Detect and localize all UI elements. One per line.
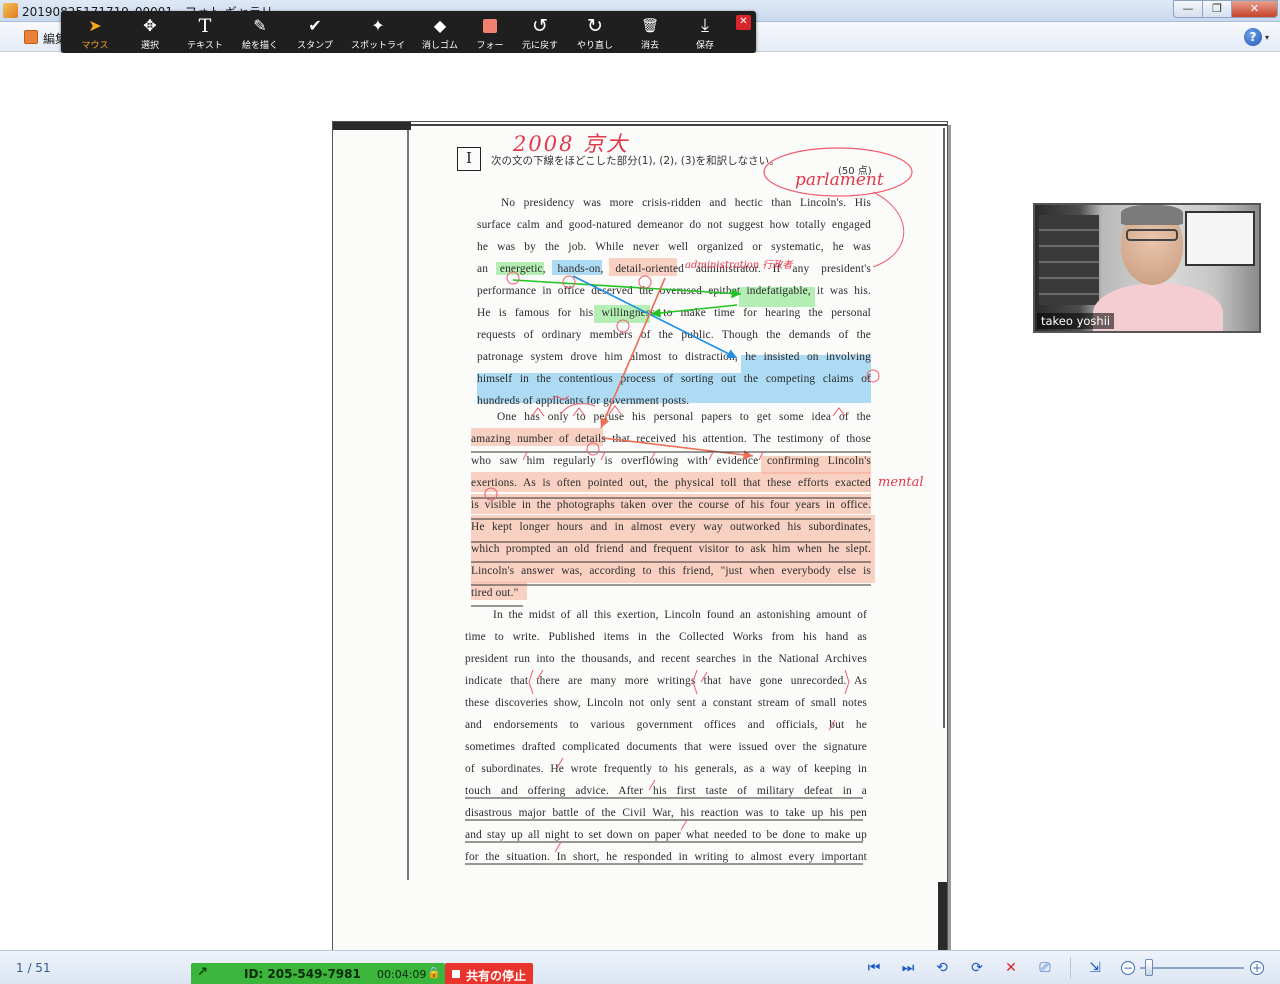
close-annotation-toolbar-icon[interactable]: ✕ <box>736 15 751 30</box>
rotate-right-button[interactable]: ⟳ <box>967 959 987 977</box>
zoom-in-button[interactable]: + <box>1250 961 1264 975</box>
tool-spotlight[interactable]: ✦ スポットライ <box>351 11 405 53</box>
photo-gallery-app-icon <box>3 3 18 18</box>
tool-label: スポットライ <box>351 41 406 51</box>
redo-icon: ↻ <box>587 15 603 37</box>
zoom-slider-thumb[interactable] <box>1145 959 1153 976</box>
ink-arrow-salmon <box>600 277 666 429</box>
ink-underlines-p2 <box>471 451 871 607</box>
tool-mouse[interactable]: ➤ マウス <box>68 11 122 53</box>
ink-ticks <box>536 669 836 853</box>
tool-label: 消去 <box>640 41 659 51</box>
trash-icon: 🗑 <box>641 18 659 34</box>
ink-circle <box>586 442 600 456</box>
eraser-icon: ◆ <box>433 16 447 35</box>
ink-ellipse <box>763 147 913 197</box>
tool-undo[interactable]: ↺ 元に戻す <box>513 11 567 53</box>
rotate-left-button[interactable]: ⟲ <box>932 959 952 977</box>
page-counter: 1 / 51 <box>16 961 51 975</box>
webcam-background <box>1039 215 1099 305</box>
undo-icon: ↺ <box>532 15 548 37</box>
tool-label: 消しゴム <box>421 41 458 51</box>
format-color-swatch <box>483 19 497 33</box>
tool-redo[interactable]: ↻ やり直し <box>568 11 622 53</box>
spotlight-wand-icon: ✦ <box>371 16 385 35</box>
stop-share-button[interactable]: 共有の停止 <box>445 963 533 984</box>
ink-carets <box>531 405 846 417</box>
ink-underlines-p3 <box>465 797 863 865</box>
ink-arrow-green <box>512 279 742 299</box>
share-arrow-icon[interactable]: ↗ <box>197 965 208 980</box>
tool-label: 絵を描く <box>241 41 278 51</box>
scanned-exam-page: I 次の文の下線をほどこした部分(1), (2), (3)を和訳しなさい。 (5… <box>332 121 948 984</box>
previous-photo-button[interactable]: ⏮ <box>864 959 884 977</box>
tool-label: 選択 <box>140 41 159 51</box>
ink-arrow-green <box>650 304 738 318</box>
tool-label: テキスト <box>187 41 223 51</box>
tool-text[interactable]: T テキスト <box>178 11 232 53</box>
text-icon: T <box>198 15 212 37</box>
slideshow-button[interactable]: ⎚ <box>1035 959 1055 977</box>
ink-circle <box>638 275 652 289</box>
fit-to-window-button[interactable]: ⇲ <box>1085 959 1105 977</box>
tool-save[interactable]: ⤓ 保存 <box>678 11 732 53</box>
pen-icon: ✎ <box>253 16 267 35</box>
ink-circle <box>866 369 880 383</box>
ink-annotations <box>465 147 913 865</box>
stop-icon <box>452 970 460 978</box>
separator <box>1070 957 1071 979</box>
format-color-icon <box>463 16 517 36</box>
save-icon: ⤓ <box>701 15 709 36</box>
ink-brackets <box>528 669 850 695</box>
stop-share-label: 共有の停止 <box>466 969 527 983</box>
participant-figure <box>1126 229 1178 241</box>
tool-select[interactable]: ✥ 選択 <box>123 11 177 53</box>
ink-arrow-salmon <box>602 437 754 460</box>
ink-stroke <box>872 191 905 268</box>
lock-icon[interactable]: 🔒 <box>427 966 441 979</box>
tool-format[interactable]: フォー <box>463 11 517 53</box>
participant-name: takeo yoshii <box>1037 313 1115 329</box>
screen-share-bar[interactable]: ↗ ID: 205-549-7981 00:04:09 🔒 <box>191 963 445 984</box>
select-move-icon: ✥ <box>143 16 157 35</box>
elapsed-time: 00:04:09 <box>377 968 427 981</box>
meeting-id: ID: 205-549-7981 <box>244 967 361 981</box>
ink-circle <box>562 275 576 289</box>
tool-clear[interactable]: 🗑 消去 <box>623 11 677 53</box>
ink-circle <box>506 271 520 285</box>
ink-scribble <box>550 395 596 415</box>
help-dropdown-arrow-icon[interactable]: ▾ <box>1265 33 1269 42</box>
ink-circle <box>616 319 630 333</box>
next-photo-button[interactable]: ⏭ <box>898 959 918 977</box>
close-window-button[interactable]: ✕ <box>1231 0 1278 18</box>
tool-label: フォー <box>476 41 504 51</box>
delete-button[interactable]: ✕ <box>1001 959 1021 977</box>
edit-icon[interactable] <box>24 30 38 44</box>
tool-label: 元に戻す <box>521 41 558 51</box>
help-icon[interactable]: ? <box>1244 28 1262 46</box>
maximize-button[interactable]: ❐ <box>1202 0 1232 18</box>
tool-eraser[interactable]: ◆ 消しゴム <box>413 11 467 53</box>
zoom-out-button[interactable]: − <box>1121 961 1135 975</box>
tool-label: 保存 <box>695 41 714 51</box>
status-bar: 1 / 51 ↗ ID: 205-549-7981 00:04:09 🔒 共有の… <box>0 950 1280 984</box>
webcam-video[interactable]: takeo yoshii <box>1033 203 1261 333</box>
minimize-button[interactable]: — <box>1173 0 1203 18</box>
annotation-toolbar: ➤ マウス ✥ 選択 T テキスト ✎ 絵を描く ✔ スタンプ ✦ スポットライ… <box>61 11 756 53</box>
photo-viewer: I 次の文の下線をほどこした部分(1), (2), (3)を和訳しなさい。 (5… <box>0 53 1280 984</box>
zoom-slider[interactable] <box>1140 967 1244 969</box>
webcam-background <box>1185 211 1255 266</box>
tool-stamp[interactable]: ✔ スタンプ <box>288 11 342 53</box>
tool-label: スタンプ <box>297 41 333 51</box>
tool-label: マウス <box>81 41 109 51</box>
tool-draw[interactable]: ✎ 絵を描く <box>233 11 287 53</box>
tool-label: やり直し <box>576 41 613 51</box>
participant-figure <box>1121 205 1183 225</box>
checkmark-stamp-icon: ✔ <box>308 16 322 35</box>
mouse-pointer-icon: ➤ <box>88 16 102 35</box>
